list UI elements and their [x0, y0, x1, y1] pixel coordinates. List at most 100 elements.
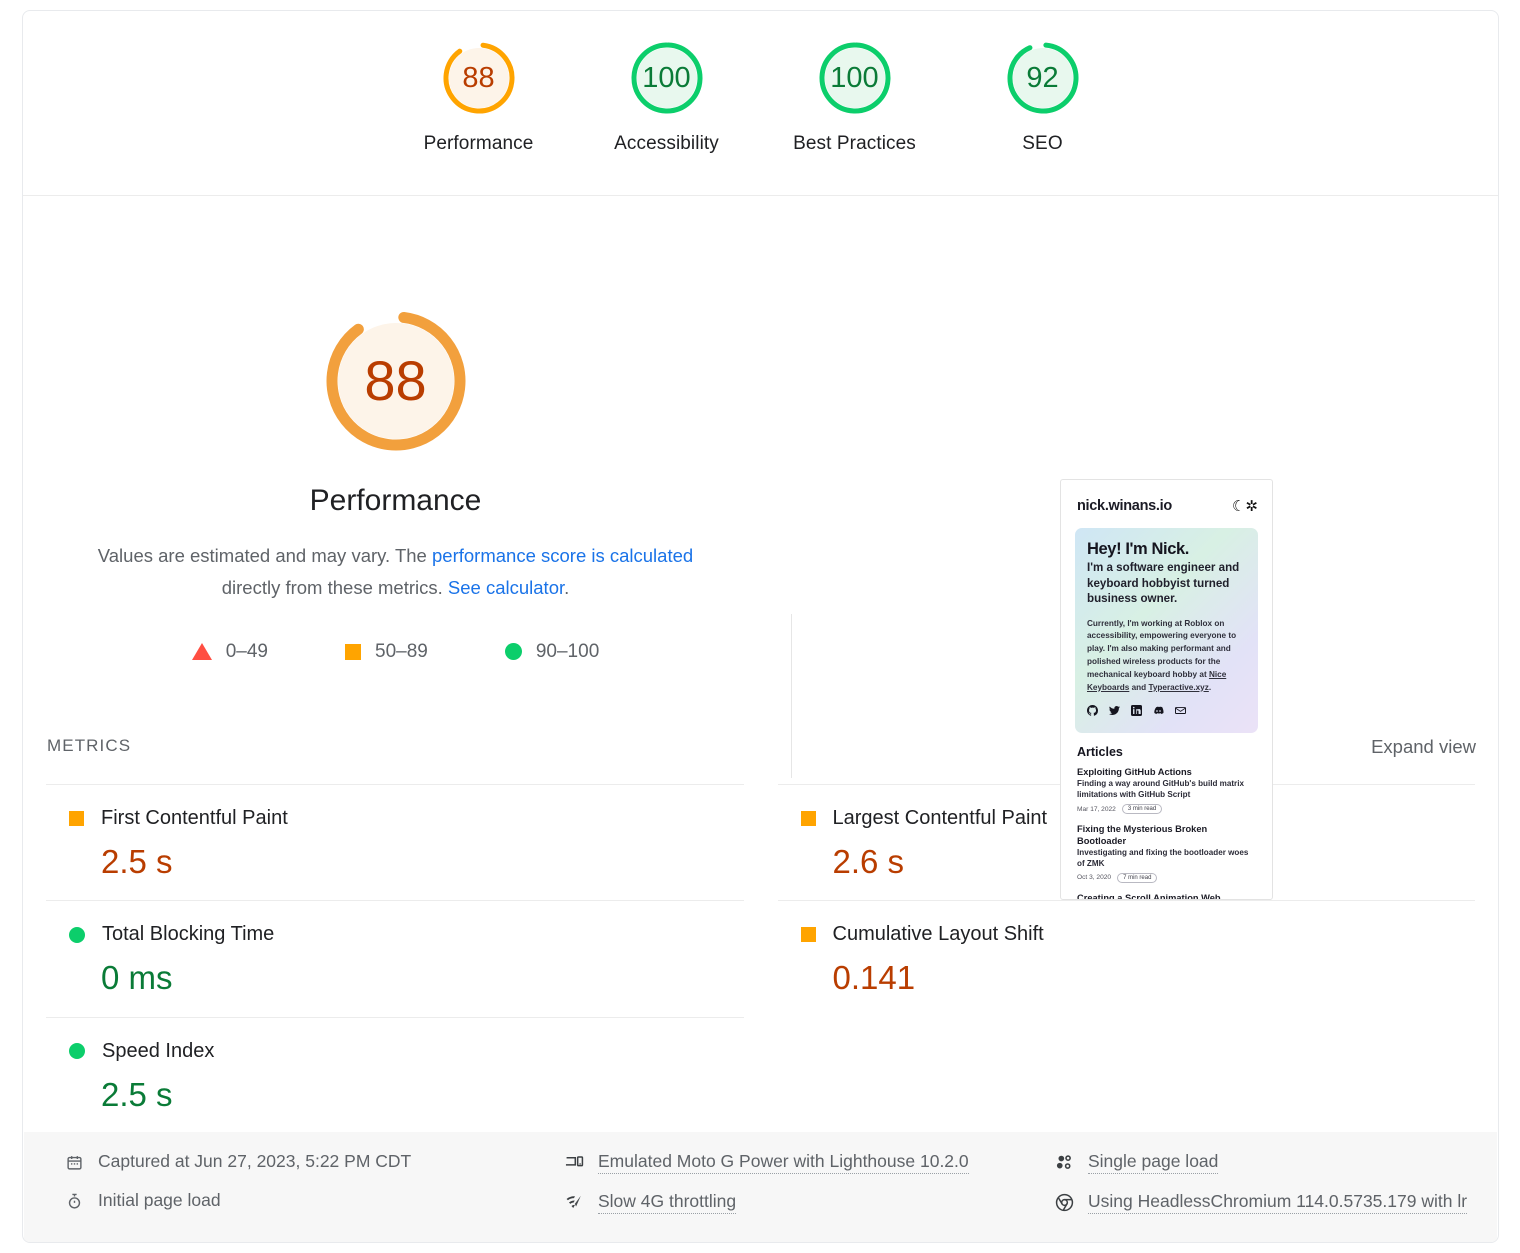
see-calculator-link[interactable]: See calculator — [448, 577, 564, 598]
thumbnail-hero-body-2: and — [1129, 682, 1149, 692]
discord-icon-glyph — [1154, 707, 1164, 715]
footer-page-load-mode-text: Single page load — [1088, 1151, 1219, 1174]
metric-header: Total Blocking Time — [46, 923, 744, 946]
footer-user-agent-text: Using HeadlessChromium 114.0.5735.179 wi… — [1088, 1191, 1468, 1214]
metric-cumulative-layout-shift[interactable]: Cumulative Layout Shift 0.141 — [777, 900, 1476, 1016]
stopwatch-icon — [64, 1191, 85, 1212]
thumbnail-hero-subheading: I'm a software engineer and keyboard hob… — [1087, 561, 1240, 606]
thumbnail-social-links — [1087, 705, 1246, 719]
legend-item-average: 50–89 — [345, 641, 428, 663]
thumbnail-article-meta: Oct 3, 2020 7 min read — [1077, 872, 1256, 883]
footer-item-throttling[interactable]: Slow 4G throttling — [564, 1191, 1054, 1214]
footer-initial-page-load-text: Initial page load — [98, 1190, 221, 1210]
mini-gauge-value-best-practices: 100 — [830, 61, 879, 94]
metric-label: Cumulative Layout Shift — [832, 923, 1044, 946]
thumbnail-hero-link-typeractive: Typeractive.xyz — [1148, 682, 1209, 692]
circle-icon — [504, 643, 522, 661]
mini-gauge-seo: 92 — [1004, 39, 1082, 117]
metric-value: 0 ms — [101, 959, 173, 997]
footer-item-captured-at: Captured at Jun 27, 2023, 5:22 PM CDT — [64, 1151, 564, 1173]
square-icon — [69, 811, 84, 826]
thumbnail-hero-heading: Hey! I'm Nick. — [1087, 540, 1189, 558]
device-icon-glyph — [565, 1156, 584, 1167]
desc-text-part-3: . — [564, 577, 570, 599]
network-icon — [564, 1192, 585, 1213]
score-legend: 0–49 50–89 90–100 — [23, 641, 768, 663]
chrome-icon — [1054, 1192, 1075, 1213]
triangle-icon — [191, 643, 212, 661]
thumbnail-hero-body: Currently, I'm working at Roblox on acce… — [1087, 618, 1246, 695]
metric-label: Speed Index — [102, 1039, 215, 1062]
score-chip-label-seo: SEO — [1022, 133, 1063, 154]
discord-icon — [1153, 705, 1164, 719]
mini-gauge-value-seo: 92 — [1026, 61, 1059, 94]
metrics-header: METRICS Expand view — [23, 736, 1498, 784]
metric-value: 0.141 — [832, 959, 916, 997]
chrome-icon-glyph — [1055, 1193, 1074, 1212]
legend-label-average: 50–89 — [375, 640, 428, 662]
metric-first-contentful-paint[interactable]: First Contentful Paint 2.5 s — [46, 784, 744, 900]
metric-header: Cumulative Layout Shift — [778, 923, 1476, 946]
metric-header: First Contentful Paint — [46, 807, 744, 830]
score-chip-label-best-practices: Best Practices — [793, 133, 916, 154]
mini-gauge-accessibility: 100 — [628, 39, 706, 117]
performance-gauge-description: Values are estimated and may vary. The p… — [23, 540, 768, 605]
thumbnail-article-desc: Investigating and fixing the bootloader … — [1077, 848, 1249, 869]
score-chip-seo[interactable]: 92 SEO — [949, 39, 1137, 155]
score-chip-list: 88 Performance 100 Accessibility 100 Bes… — [23, 11, 1498, 155]
footer-item-user-agent[interactable]: Using HeadlessChromium 114.0.5735.179 wi… — [1054, 1191, 1497, 1214]
metric-value: 2.5 s — [101, 1075, 173, 1113]
square-icon — [800, 927, 816, 943]
thumbnail-site-logo: nick.winans.io — [1077, 498, 1172, 514]
device-icon — [564, 1152, 585, 1173]
stopwatch-icon-glyph — [68, 1193, 81, 1209]
calendar-icon — [64, 1152, 85, 1173]
footer-throttling-text: Slow 4G throttling — [598, 1191, 737, 1214]
mini-gauge-performance: 88 — [440, 39, 518, 117]
performance-gauge-value: 88 — [364, 349, 427, 412]
github-icon-glyph — [1087, 705, 1098, 717]
performance-gauge-block: 88 Performance Values are estimated and … — [23, 196, 768, 663]
score-chip-label-performance: Performance — [423, 133, 534, 154]
circle-icon — [69, 926, 85, 943]
performance-score-calculated-link[interactable]: performance score is calculated — [432, 545, 693, 566]
final-screenshot-thumbnail[interactable]: nick.winans.io ☾✲ Hey! I'm Nick. I'm a s… — [1060, 479, 1273, 900]
moon-icon: ☾✲ — [1231, 497, 1258, 515]
expand-view-button[interactable]: Expand view — [1371, 736, 1476, 758]
metric-value: 2.5 s — [101, 843, 173, 880]
linkedin-icon — [1131, 705, 1142, 719]
footer-item-page-load-mode[interactable]: Single page load — [1054, 1151, 1497, 1174]
mini-gauge-best-practices: 100 — [816, 39, 894, 117]
thumbnail-article-readtime: 7 min read — [1117, 872, 1158, 883]
circle-icon — [69, 1043, 85, 1060]
thumbnail-hero: Hey! I'm Nick. I'm a software engineer a… — [1075, 528, 1258, 734]
metric-label: First Contentful Paint — [101, 807, 288, 829]
performance-gauge-title: Performance — [309, 484, 482, 517]
score-chip-accessibility[interactable]: 100 Accessibility — [573, 39, 761, 155]
thumbnail-article-title: Fixing the Mysterious Broken Bootloader — [1077, 824, 1208, 847]
twitter-icon — [1109, 705, 1120, 719]
score-chip-performance[interactable]: 88 Performance — [385, 39, 573, 155]
metrics-section-label: METRICS — [47, 736, 132, 755]
metric-speed-index[interactable]: Speed Index 2.5 s — [46, 1016, 744, 1133]
thumbnail-article-item: Creating a Scroll Animation Web Componen… — [1077, 892, 1256, 900]
thumbnail-article-meta: Mar 17, 2022 3 min read — [1077, 804, 1256, 815]
square-icon — [800, 811, 816, 826]
footer-item-emulation[interactable]: Emulated Moto G Power with Lighthouse 10… — [564, 1151, 1054, 1174]
report-footer: Captured at Jun 27, 2023, 5:22 PM CDT In… — [24, 1132, 1497, 1242]
desc-text-part-1: Values are estimated and may vary. The — [97, 545, 432, 566]
people-icon — [1054, 1152, 1075, 1173]
github-icon — [1087, 705, 1098, 719]
metrics-grid: First Contentful Paint 2.5 s Largest Con… — [23, 784, 1498, 1133]
thumbnail-article-item: Fixing the Mysterious Broken Bootloader … — [1077, 823, 1256, 883]
metric-total-blocking-time[interactable]: Total Blocking Time 0 ms — [46, 900, 744, 1016]
email-icon-glyph — [1175, 707, 1186, 715]
thumbnail-article-readtime: 3 min read — [1121, 804, 1163, 815]
thumbnail-article-date: Oct 3, 2020 — [1077, 874, 1112, 882]
thumbnail-article-title: Creating a Scroll Animation Web Componen… — [1077, 892, 1221, 900]
score-chip-best-practices[interactable]: 100 Best Practices — [761, 39, 949, 155]
performance-overview-section: 88 Performance Values are estimated and … — [23, 196, 1498, 900]
network-icon-glyph — [566, 1195, 581, 1209]
legend-label-pass: 90–100 — [535, 640, 600, 662]
thumbnail-article-date: Mar 17, 2022 — [1077, 805, 1116, 813]
